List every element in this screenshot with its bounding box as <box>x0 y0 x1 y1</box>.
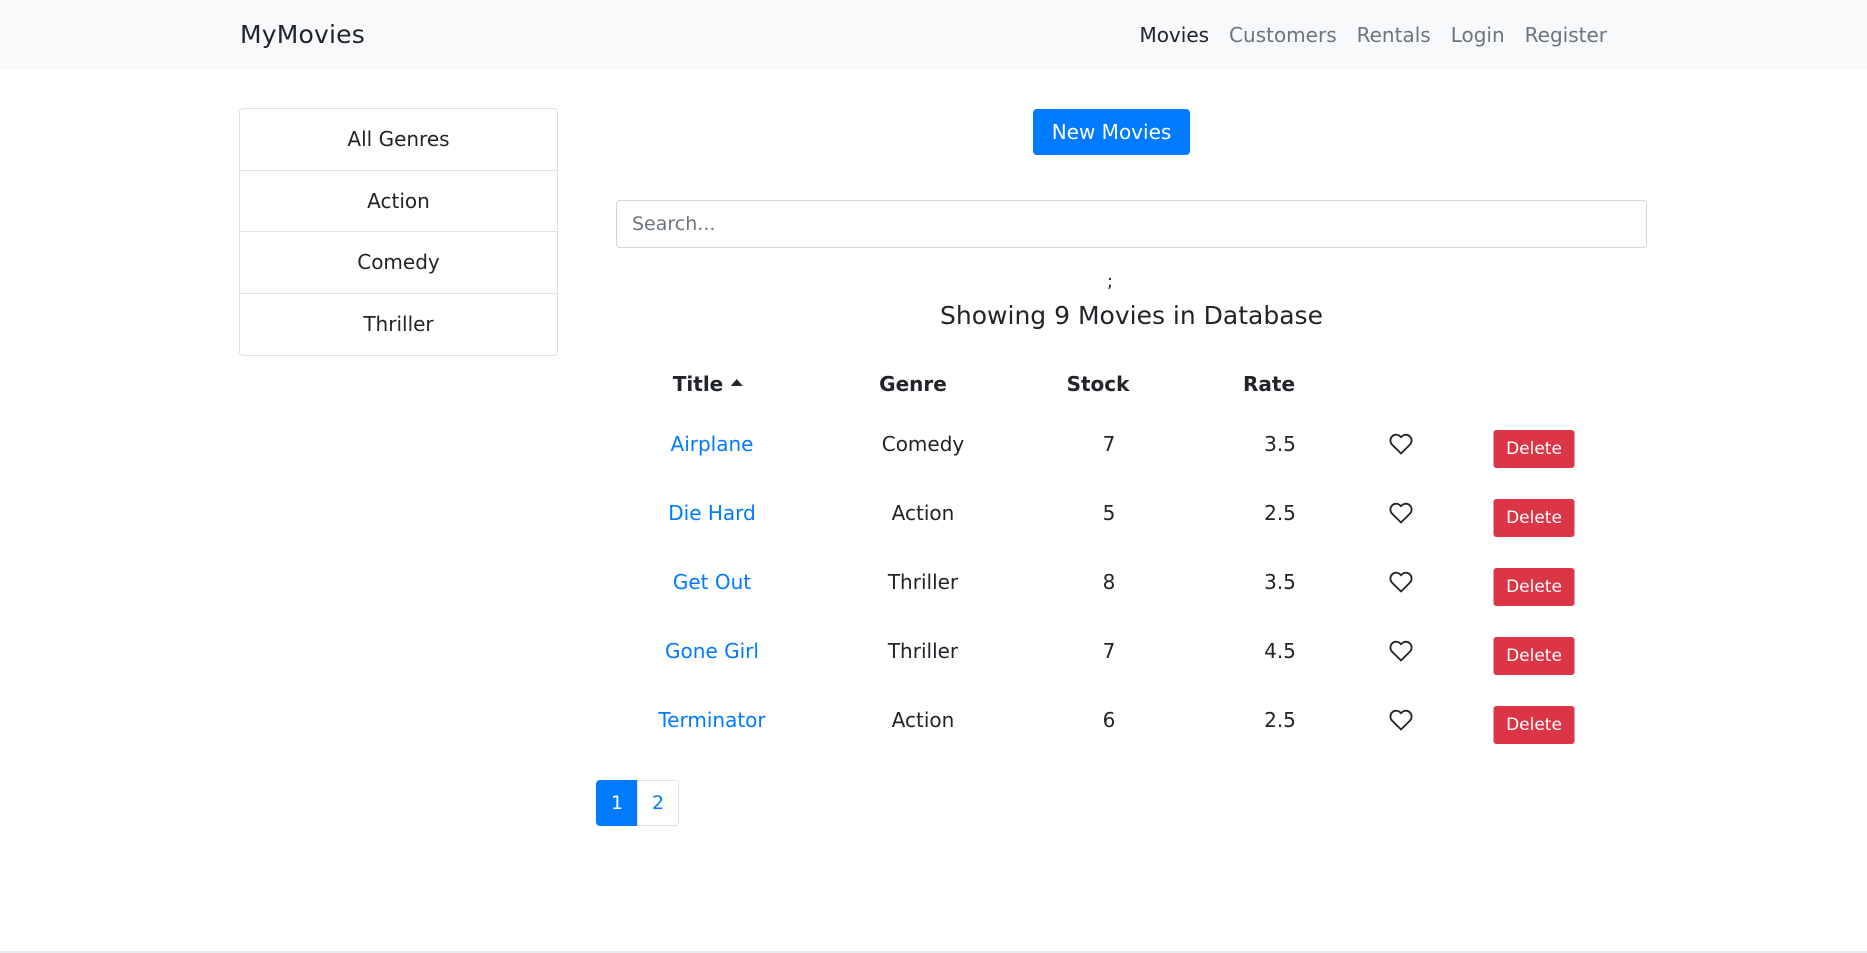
nav-link-login[interactable]: Login <box>1441 21 1515 49</box>
movie-genre: Comedy <box>881 432 965 456</box>
search-input[interactable] <box>616 200 1647 248</box>
movie-title-link[interactable]: Terminator <box>658 708 765 732</box>
stray-text: ; <box>1107 271 1114 292</box>
column-header-stock[interactable]: Stock <box>1067 372 1130 396</box>
movie-stock: 7 <box>1102 432 1116 456</box>
table-row: Gone Girl Thriller 7 4.5 Delete <box>616 627 1647 696</box>
delete-button[interactable]: Delete <box>1493 568 1575 606</box>
heart-outline-icon[interactable] <box>1389 433 1413 455</box>
heart-outline-icon[interactable] <box>1389 640 1413 662</box>
navbar: MyMovies Movies Customers Rentals Login … <box>0 0 1867 70</box>
delete-button[interactable]: Delete <box>1493 706 1575 744</box>
movie-rate: 4.5 <box>1264 639 1296 663</box>
heart-outline-icon[interactable] <box>1389 502 1413 524</box>
column-header-title[interactable]: Title <box>672 372 744 396</box>
delete-button[interactable]: Delete <box>1493 499 1575 537</box>
nav-link-customers[interactable]: Customers <box>1219 21 1347 49</box>
movie-rate: 3.5 <box>1264 432 1296 456</box>
genre-item-action[interactable]: Action <box>240 171 557 232</box>
page-link-2[interactable]: 2 <box>637 780 679 826</box>
table-row: Airplane Comedy 7 3.5 Delete <box>616 420 1647 489</box>
movie-genre: Action <box>891 501 955 525</box>
column-header-genre[interactable]: Genre <box>879 372 947 396</box>
table-row: Die Hard Action 5 2.5 Delete <box>616 489 1647 558</box>
movie-rate: 2.5 <box>1264 501 1296 525</box>
brand-logo[interactable]: MyMovies <box>240 19 365 51</box>
table-row: Get Out Thriller 8 3.5 Delete <box>616 558 1647 627</box>
genre-item-all[interactable]: All Genres <box>240 109 557 171</box>
genre-item-thriller[interactable]: Thriller <box>240 294 557 356</box>
new-movie-button[interactable]: New Movies <box>1033 109 1190 155</box>
movie-title-link[interactable]: Gone Girl <box>665 639 759 663</box>
genre-list: All Genres Action Comedy Thriller <box>239 108 558 356</box>
movie-genre: Action <box>891 708 955 732</box>
movie-stock: 5 <box>1102 501 1116 525</box>
movie-genre: Thriller <box>887 570 959 594</box>
column-header-rate[interactable]: Rate <box>1243 372 1295 396</box>
page-link-1[interactable]: 1 <box>596 780 638 826</box>
movie-title-link[interactable]: Airplane <box>671 432 754 456</box>
delete-button[interactable]: Delete <box>1493 430 1575 468</box>
heart-outline-icon[interactable] <box>1389 571 1413 593</box>
nav-link-rentals[interactable]: Rentals <box>1347 21 1441 49</box>
movie-stock: 8 <box>1102 570 1116 594</box>
heart-outline-icon[interactable] <box>1389 709 1413 731</box>
pagination: 1 2 <box>596 780 679 826</box>
nav-links: Movies Customers Rentals Login Register <box>1129 21 1617 49</box>
movie-stock: 7 <box>1102 639 1116 663</box>
delete-button[interactable]: Delete <box>1493 637 1575 675</box>
column-header-title-label: Title <box>672 372 724 396</box>
nav-link-register[interactable]: Register <box>1515 21 1617 49</box>
movie-title-link[interactable]: Die Hard <box>668 501 755 525</box>
movie-count-heading: Showing 9 Movies in Database <box>940 301 1323 330</box>
movie-title-link[interactable]: Get Out <box>673 570 751 594</box>
movie-genre: Thriller <box>887 639 959 663</box>
nav-link-movies[interactable]: Movies <box>1129 21 1219 49</box>
sort-asc-icon <box>731 379 744 386</box>
movie-rate: 2.5 <box>1264 708 1296 732</box>
table-row: Terminator Action 6 2.5 Delete <box>616 696 1647 765</box>
movie-stock: 6 <box>1102 708 1116 732</box>
movie-rate: 3.5 <box>1264 570 1296 594</box>
genre-item-comedy[interactable]: Comedy <box>240 232 557 294</box>
